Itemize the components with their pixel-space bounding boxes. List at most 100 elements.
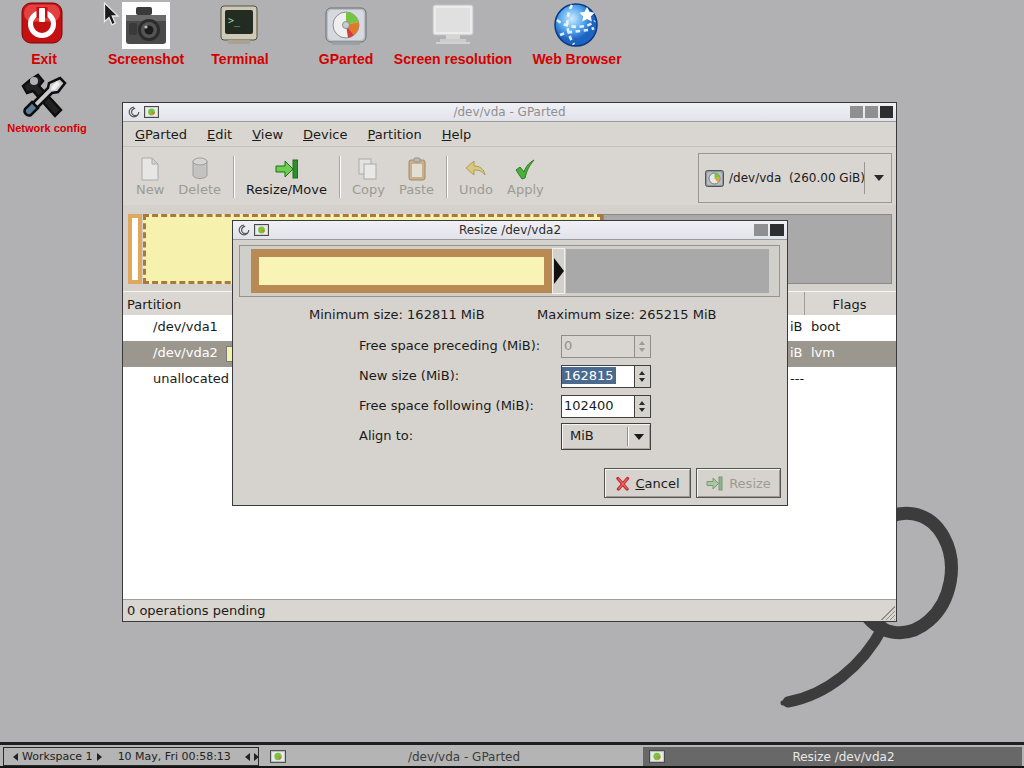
size-fragment: iB [790, 319, 803, 334]
spinner-up-icon [639, 398, 645, 405]
spinner-up-icon [639, 368, 645, 375]
device-icon [705, 170, 724, 187]
menu-help[interactable]: Help [432, 124, 482, 145]
combo-dropdown-arrow[interactable] [874, 175, 884, 186]
new-size-input[interactable]: 162815 [561, 365, 651, 388]
desktop-icon-label[interactable]: Screenshot [108, 51, 184, 67]
workspace-prev-button[interactable] [9, 753, 18, 761]
spinner-buttons[interactable] [634, 396, 650, 417]
toolbar-button-label: Apply [507, 182, 544, 197]
task-title: Resize /dev/vda2 [665, 750, 1022, 764]
free-space-following-input[interactable]: 102400 [561, 395, 651, 418]
size-fragment: iB [790, 345, 803, 360]
spinner-down-icon [639, 348, 645, 355]
dialog-titlebar[interactable]: Resize /dev/vda2 [233, 221, 787, 240]
workspace-next-button[interactable] [97, 753, 106, 761]
free-space-preceding-input[interactable]: 0 [561, 335, 651, 358]
task-title: /dev/vda - GParted [286, 750, 642, 764]
device-combo[interactable]: /dev/vda (260.00 GiB) [698, 153, 892, 203]
spinner-down-icon [639, 408, 645, 415]
desktop-icon-exit[interactable] [21, 2, 63, 45]
window-prev-button[interactable] [241, 753, 250, 761]
close-button[interactable] [770, 224, 784, 236]
toolbar-button-label: Resize/Move [246, 182, 327, 197]
dialog-title: Resize /dev/vda2 [233, 223, 787, 237]
workspace-label: Workspace 1 [22, 750, 93, 763]
paste-icon [407, 157, 427, 181]
window-next-button[interactable] [254, 753, 259, 761]
maximum-size-label: Maximum size: 265215 MiB [537, 307, 716, 322]
field-value: 162815 [562, 367, 616, 384]
resize-move-icon [274, 157, 300, 181]
menu-gparted[interactable]: GParted [125, 124, 197, 145]
window-menu-icon[interactable] [238, 224, 250, 236]
toolbar-button-label: Copy [352, 182, 385, 197]
partition-block-vda1[interactable] [128, 214, 142, 284]
spinner-down-icon [639, 378, 645, 385]
cancel-icon [615, 476, 630, 491]
desktop-icon-gparted[interactable] [324, 6, 368, 47]
camera-icon [122, 2, 170, 49]
partition-name: /dev/vda1 [153, 319, 218, 334]
resize-button[interactable]: Resize [696, 468, 781, 498]
align-to-dropdown[interactable]: MiB [561, 423, 651, 450]
terminal-icon: >_ [220, 5, 258, 45]
menu-device[interactable]: Device [293, 124, 357, 145]
undo-button[interactable]: Undo [452, 151, 500, 203]
menu-partition[interactable]: Partition [358, 124, 432, 145]
column-header-flags[interactable]: Flags [804, 292, 895, 316]
resize-grip[interactable] [878, 603, 895, 620]
network-config-icon [20, 72, 70, 118]
status-bar: 0 operations pending [123, 599, 896, 621]
desktop-icon-screen-resolution[interactable] [430, 4, 476, 46]
spinner-buttons[interactable] [634, 366, 650, 387]
clock: 10 May, Fri 00:58:13 [118, 750, 231, 763]
cancel-button[interactable]: Cancel [604, 468, 691, 498]
desktop-icon-label[interactable]: Screen resolution [394, 51, 512, 67]
device-combo-value: /dev/vda (260.00 GiB) [729, 171, 865, 185]
desktop: Exit Screenshot >_ Terminal [0, 0, 1024, 768]
status-text: 0 operations pending [127, 603, 266, 618]
resize-free-area[interactable] [566, 249, 769, 293]
delete-button[interactable]: Delete [171, 151, 228, 203]
toolbar: New Delete Resize/Move [123, 147, 896, 207]
maximize-button[interactable] [754, 224, 768, 236]
copy-button[interactable]: Copy [345, 151, 392, 203]
minimize-button[interactable] [850, 106, 863, 118]
window-menu-icon[interactable] [128, 106, 140, 118]
desktop-icon-web-browser[interactable] [553, 2, 599, 48]
apply-button[interactable]: Apply [500, 151, 551, 203]
toolbar-separator [446, 156, 447, 198]
menu-edit[interactable]: Edit [197, 124, 242, 145]
partition-name: /dev/vda2 [153, 345, 218, 360]
exit-icon [21, 2, 63, 45]
gparted-app-icon [144, 106, 159, 118]
resize-handle[interactable] [552, 248, 565, 294]
toolbar-button-label: Delete [178, 182, 221, 197]
maximize-button[interactable] [865, 106, 878, 118]
taskbar: Workspace 1 10 May, Fri 00:58:13 /dev/vd… [0, 742, 1024, 768]
desktop-icon-label[interactable]: GParted [319, 51, 373, 67]
gparted-titlebar[interactable]: /dev/vda - GParted [123, 103, 896, 122]
resize-move-button[interactable]: Resize/Move [239, 151, 334, 203]
spinner-buttons[interactable] [634, 336, 650, 357]
resize-slider [239, 245, 780, 297]
menu-view[interactable]: View [242, 124, 293, 145]
toolbar-separator [339, 156, 340, 198]
menu-bar: GParted Edit View Device Partition Help [123, 122, 896, 147]
paste-button[interactable]: Paste [392, 151, 441, 203]
partition-name: unallocated [153, 371, 229, 386]
delete-partition-icon [190, 157, 210, 181]
desktop-icon-label[interactable]: Network config [7, 122, 86, 134]
taskbar-task-gparted[interactable]: /dev/vda - GParted [262, 747, 642, 766]
desktop-icon-screenshot[interactable] [122, 2, 170, 49]
column-header-partition[interactable]: Partition [127, 292, 181, 316]
taskbar-task-resize-dialog[interactable]: Resize /dev/vda2 [643, 747, 1022, 766]
desktop-icon-network-config[interactable] [20, 72, 70, 118]
new-button[interactable]: New [129, 151, 171, 203]
desktop-icon-label[interactable]: Terminal [211, 51, 268, 67]
desktop-icon-label[interactable]: Web Browser [532, 51, 621, 67]
close-button[interactable] [880, 106, 893, 118]
desktop-icon-terminal[interactable]: >_ [220, 5, 258, 45]
desktop-icon-label[interactable]: Exit [31, 51, 57, 67]
